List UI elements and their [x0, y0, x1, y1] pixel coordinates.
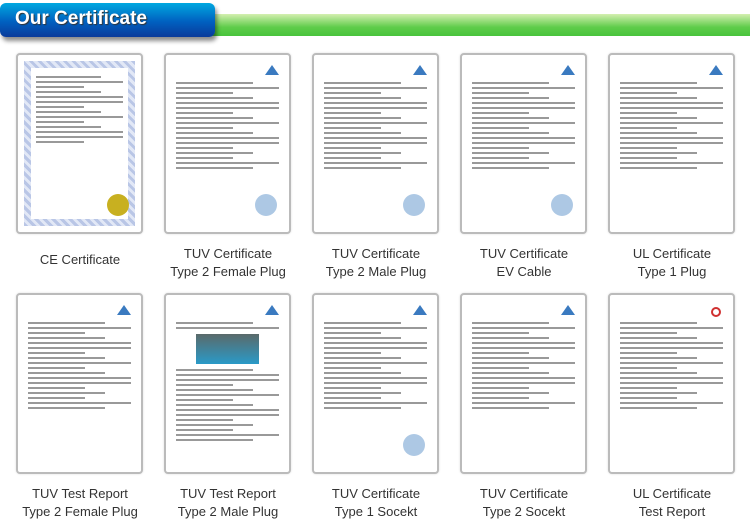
certificate-image[interactable]	[16, 53, 143, 234]
stamp-icon	[255, 194, 277, 216]
certificate-image[interactable]	[164, 53, 291, 234]
caption-line-2: Type 1 Socekt	[334, 504, 418, 519]
certificate-caption: TUV Test Report Type 2 Male Plug	[154, 485, 302, 521]
certificate-caption: TUV Certificate Type 2 Socekt	[450, 485, 598, 521]
certificate-image[interactable]	[608, 293, 735, 474]
caption-line-1: TUV Certificate	[331, 246, 421, 261]
caption-line-2: Type 2 Female Plug	[22, 504, 138, 519]
certificate-image[interactable]	[312, 293, 439, 474]
certificate-caption: TUV Certificate Type 2 Male Plug	[302, 245, 450, 281]
stamp-icon	[551, 194, 573, 216]
tuv-logo-icon	[117, 305, 131, 315]
certificate-caption: TUV Certificate EV Cable	[450, 245, 598, 281]
certificate-image[interactable]	[460, 293, 587, 474]
certificate-caption: TUV Test Report Type 2 Female Plug	[6, 485, 154, 521]
certificate-logo-icon	[561, 305, 575, 315]
tuv-logo-icon	[265, 305, 279, 315]
certificate-image[interactable]	[460, 53, 587, 234]
seal-icon	[107, 194, 129, 216]
caption-line-1: TUV Certificate	[183, 246, 273, 261]
caption-line-2: EV Cable	[496, 264, 552, 279]
certificate-caption: TUV Certificate Type 1 Socekt	[302, 485, 450, 521]
tuv-logo-icon	[413, 65, 427, 75]
certificate-image[interactable]	[312, 53, 439, 234]
certificate-image[interactable]	[164, 293, 291, 474]
certificate-caption: UL Certificate Test Report	[598, 485, 746, 521]
caption-line-2: Type 2 Male Plug	[177, 504, 279, 519]
certificate-caption: UL Certificate Type 1 Plug	[598, 245, 746, 281]
caption-line-2: Test Report	[638, 504, 706, 519]
certificate-image[interactable]	[16, 293, 143, 474]
caption-line-1: CE Certificate	[39, 252, 121, 267]
caption-line-1: UL Certificate	[632, 486, 712, 501]
caption-line-1: TUV Certificate	[479, 246, 569, 261]
section-title: Our Certificate	[0, 3, 215, 37]
caption-line-2: Type 2 Female Plug	[170, 264, 286, 279]
certificate-caption: TUV Certificate Type 2 Female Plug	[154, 245, 302, 281]
caption-line-1: UL Certificate	[632, 246, 712, 261]
tuv-logo-icon	[413, 305, 427, 315]
header-green-bar	[200, 14, 750, 36]
caption-line-2: Type 2 Socekt	[482, 504, 566, 519]
certificate-caption: CE Certificate	[6, 251, 154, 269]
ul-logo-icon	[711, 307, 721, 317]
stamp-icon	[403, 194, 425, 216]
caption-line-1: TUV Test Report	[32, 486, 128, 501]
stamp-icon	[403, 434, 425, 456]
certificate-logo-icon	[709, 65, 723, 75]
caption-line-1: TUV Certificate	[479, 486, 569, 501]
tuv-logo-icon	[265, 65, 279, 75]
tuv-logo-icon	[561, 65, 575, 75]
caption-line-1: TUV Certificate	[331, 486, 421, 501]
caption-line-2: Type 1 Plug	[637, 264, 707, 279]
caption-line-1: TUV Test Report	[180, 486, 276, 501]
caption-line-2: Type 2 Male Plug	[325, 264, 427, 279]
certificate-image[interactable]	[608, 53, 735, 234]
